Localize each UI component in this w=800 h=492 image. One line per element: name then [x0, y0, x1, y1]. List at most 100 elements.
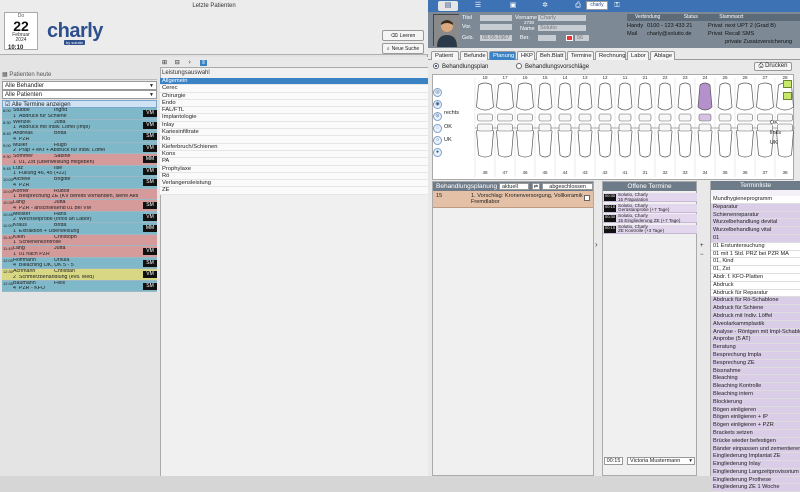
plan-row-checkbox[interactable]: [584, 195, 590, 201]
radio-suggestions[interactable]: Behandlungsvorschläge: [516, 63, 589, 70]
patient-select[interactable]: Alle Patienten ▼: [2, 90, 157, 99]
tooth-crown-42[interactable]: [598, 123, 612, 132]
tooth-crown-25[interactable]: [718, 113, 732, 122]
appointment-row[interactable]: 9:30 Sommer Sabine 1 01, Zst (Überweisung m…: [2, 154, 157, 166]
tooth-12[interactable]: [597, 82, 613, 111]
tooth-48[interactable]: [476, 128, 494, 158]
lastname-field[interactable]: Solutio: [538, 25, 586, 31]
chart-tool-d-icon[interactable]: ◌: [433, 124, 442, 133]
service-item[interactable]: PA: [160, 158, 428, 166]
radio-plan[interactable]: Behandlungsplan: [433, 63, 488, 70]
open-appointment-item[interactable]: 00:30 Solutio, Charly 15 Präparation: [603, 192, 697, 202]
open-appointment-item[interactable]: 00:15 Solutio, Charly ZE Kontrolle (+3 Tag…: [603, 224, 697, 234]
appointment-type-item[interactable]: Eingliederung Inlay: [711, 461, 800, 469]
service-item[interactable]: Inlay: [160, 121, 428, 130]
tooth-crown-23[interactable]: [678, 113, 692, 122]
planning-status-select[interactable]: aktuell ▾: [498, 183, 529, 197]
chart-tool-f-icon[interactable]: ●: [433, 148, 442, 157]
handy-value[interactable]: 0100 - 123 433 21: [647, 23, 692, 29]
tab-behblatt[interactable]: Beh.Blatt: [536, 51, 566, 60]
appointment-type-item[interactable]: Brackets setzen: [711, 429, 800, 438]
tooth-14[interactable]: [557, 82, 573, 111]
chart-tool-b-icon[interactable]: ◉: [433, 100, 442, 109]
remove-appointment-icon[interactable]: −: [700, 252, 704, 258]
appointment-type-item[interactable]: Analyse - Röntgen mit Impl-Schablone: [711, 328, 800, 337]
tab-labor[interactable]: Labor: [627, 51, 649, 60]
transfer-arrow-icon[interactable]: ›: [595, 240, 598, 249]
tab-patient[interactable]: Patient: [431, 51, 459, 60]
appointment-type-item[interactable]: Alveolarkammplastik: [711, 320, 800, 329]
appointment-type-item[interactable]: 01: [711, 234, 800, 243]
chart-side-tool-2-icon[interactable]: [783, 92, 792, 100]
appointment-type-item[interactable]: Bissnahme: [711, 367, 800, 376]
tooth-47[interactable]: [496, 128, 514, 158]
appointment-row[interactable]: 12:00 Hoffmann Ursula 4 Bleaching OK, UK 5 …: [2, 257, 157, 269]
tooth-crown-12[interactable]: [598, 113, 612, 122]
service-item[interactable]: Verlangensleistung: [160, 180, 428, 188]
tooth-42[interactable]: [597, 128, 613, 158]
appointment-type-item[interactable]: Eingliederung ZE 1 Woche: [711, 484, 800, 492]
tooth-21[interactable]: [637, 82, 653, 111]
appointment-type-item[interactable]: Bleaching: [711, 375, 800, 384]
appointment-type-item[interactable]: Wurzelbehandlung vital: [711, 227, 800, 235]
dob-field[interactable]: 08.05.1967: [480, 35, 512, 41]
filter-icon[interactable]: ⇄: [531, 183, 541, 190]
tooth-31[interactable]: [637, 128, 653, 158]
tooth-17[interactable]: [496, 82, 514, 111]
service-item[interactable]: Kons: [160, 150, 428, 159]
list-tab-icon[interactable]: ≡: [199, 60, 208, 66]
dental-chart-svg[interactable]: 18 17 16 15 14 13 12 11 21 22 23 24 25 26 27 2848 47 46 45…: [433, 75, 796, 181]
tooth-crown-32[interactable]: [658, 123, 672, 132]
tooth-crown-34[interactable]: [698, 123, 712, 132]
tooth-36[interactable]: [736, 128, 754, 158]
tooth-crown-14[interactable]: [558, 113, 572, 122]
tooth-35[interactable]: [717, 128, 733, 158]
appointment-type-item[interactable]: Abdruck für Schiene: [711, 305, 800, 313]
tooth-crown-46[interactable]: [517, 123, 533, 132]
tooth-crown-44[interactable]: [558, 123, 572, 132]
tooth-13[interactable]: [577, 82, 593, 111]
service-item[interactable]: Kariesinfiltrate: [160, 129, 428, 137]
appointment-type-item[interactable]: Beratung: [711, 344, 800, 352]
appointment-type-item[interactable]: Wurzelbehandlung devital: [711, 219, 800, 228]
appointment-type-item[interactable]: Bögen einligieren + IP: [711, 414, 800, 423]
connection-bar[interactable]: Verbindung Status Stammarzt: [627, 14, 800, 21]
appointment-row[interactable]: 11:45 Lang Jutta 1 01 nach PZR VM: [2, 246, 157, 258]
service-item[interactable]: Prophylaxe: [160, 165, 428, 173]
appointment-type-item[interactable]: Bänder einpassen und zementieren: [711, 445, 800, 454]
service-item[interactable]: Cerec: [160, 85, 428, 93]
tooth-crown-13[interactable]: [578, 113, 592, 122]
dental-chart[interactable]: 18 17 16 15 14 13 12 11 21 22 23 24 25 26 27 28 48 47 46 45…: [432, 74, 796, 181]
flag-icon[interactable]: [566, 35, 573, 41]
service-item[interactable]: Implantologie: [160, 114, 428, 122]
tooth-crown-26[interactable]: [737, 113, 753, 122]
appointment-row[interactable]: 8:00 Stubbe Ingrid 1 Abdruck für Schiene VM: [2, 108, 157, 120]
appointment-type-item[interactable]: Besprechung Impla: [711, 351, 800, 360]
tooth-41[interactable]: [617, 128, 633, 158]
tooth-26[interactable]: [736, 82, 754, 111]
tooth-33[interactable]: [677, 128, 693, 158]
tooth-16[interactable]: [516, 82, 534, 111]
completed-filter-button[interactable]: abgeschlossen: [542, 183, 593, 190]
service-item[interactable]: Rö: [160, 172, 428, 181]
tooth-crown-16[interactable]: [517, 113, 533, 122]
appointment-type-item[interactable]: Eingliederung Prothese: [711, 476, 800, 485]
patient-photo[interactable]: [433, 14, 460, 47]
appointment-type-item[interactable]: Anprobe (5 AT): [711, 336, 800, 345]
new-search-button[interactable]: ⌕ Neue Suche: [382, 43, 424, 54]
clear-button[interactable]: ⌫ Leeren: [382, 30, 424, 41]
pre-field[interactable]: [480, 24, 512, 30]
appointment-type-item[interactable]: Besprechung ZE: [711, 359, 800, 368]
chart-tool-c-icon[interactable]: ⊙: [433, 112, 442, 121]
tooth-crown-35[interactable]: [718, 123, 732, 132]
tooth-23[interactable]: [677, 82, 693, 111]
service-item[interactable]: Endo: [160, 99, 428, 108]
tooth-crown-33[interactable]: [678, 123, 692, 132]
appointment-type-item[interactable]: Eingliederung Implantat ZE: [711, 453, 800, 462]
tooth-crown-11[interactable]: [618, 113, 632, 122]
tooth-27[interactable]: [756, 82, 774, 111]
appointment-type-item[interactable]: Schienenreparatur: [711, 211, 800, 220]
tooth-chart-alt-icon[interactable]: ⊟: [175, 60, 180, 66]
ber-field[interactable]: [538, 35, 556, 41]
appointment-row[interactable]: 9:00 Müller Hugo 2 Präp + eKr + Abdruck für…: [2, 142, 157, 154]
